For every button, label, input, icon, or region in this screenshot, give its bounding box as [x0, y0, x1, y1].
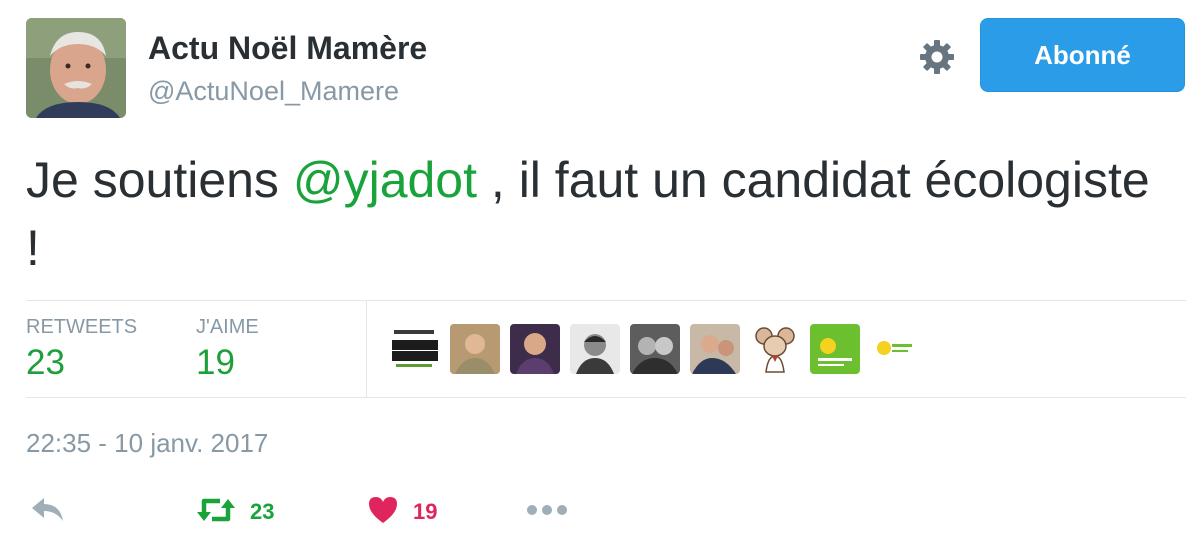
like-count: 19 — [413, 499, 438, 524]
mention-link[interactable]: @yjadot — [293, 152, 477, 208]
gear-icon[interactable] — [917, 37, 957, 77]
author-name[interactable]: Actu Noël Mamère — [148, 30, 427, 67]
liker-avatar-cartoon-mouse[interactable] — [750, 324, 800, 374]
liker-avatar-justice-climatique[interactable] — [390, 324, 440, 374]
retweet-button[interactable]: 23 — [196, 494, 274, 530]
retweets-count[interactable]: 23 — [26, 343, 65, 383]
like-button[interactable]: 19 — [367, 494, 437, 530]
reply-icon — [30, 496, 66, 529]
retweet-count: 23 — [250, 499, 275, 524]
divider — [366, 301, 367, 397]
liker-avatar-person[interactable] — [570, 324, 620, 374]
retweet-icon — [196, 495, 236, 530]
liker-avatar-person[interactable] — [510, 324, 560, 374]
liker-avatar-person[interactable] — [690, 324, 740, 374]
retweets-label[interactable]: RETWEETS — [26, 316, 137, 339]
liker-avatar-person[interactable] — [450, 324, 500, 374]
tweet-text-before: Je soutiens — [26, 152, 293, 208]
reply-button[interactable] — [30, 494, 66, 530]
heart-icon — [367, 495, 399, 530]
author-handle[interactable]: @ActuNoel_Mamere — [148, 76, 399, 107]
likes-count[interactable]: 19 — [196, 343, 235, 383]
tweet-timestamp[interactable]: 22:35 - 10 janv. 2017 — [26, 428, 268, 459]
divider — [26, 300, 1186, 301]
likes-label[interactable]: J'AIME — [196, 316, 259, 339]
divider — [26, 397, 1186, 398]
liker-avatar-person[interactable] — [630, 324, 680, 374]
tweet-text: Je soutiens @yjadot , il faut un candida… — [26, 146, 1176, 282]
more-button[interactable] — [526, 494, 568, 530]
more-dots-icon — [526, 503, 568, 522]
author-avatar[interactable] — [26, 18, 126, 118]
following-button[interactable]: Abonné — [980, 18, 1185, 92]
liker-avatar-ecologie[interactable] — [810, 324, 860, 374]
liker-avatar-ecologie[interactable] — [870, 324, 920, 374]
